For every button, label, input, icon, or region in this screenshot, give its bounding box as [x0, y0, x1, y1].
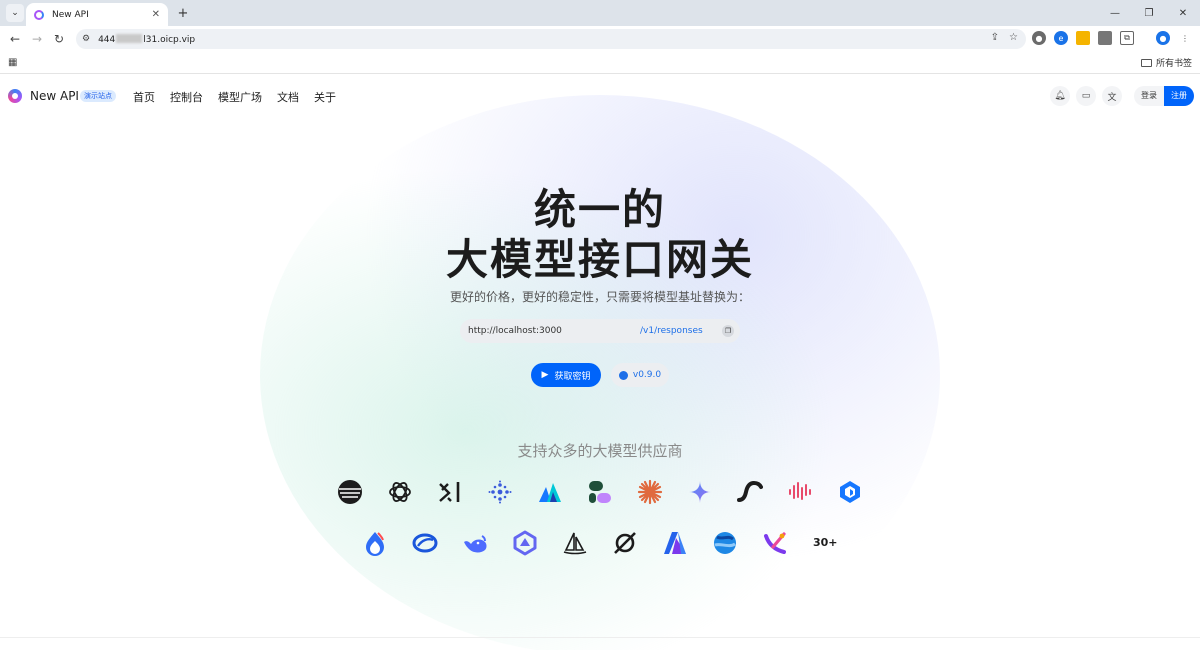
menu-about[interactable]: 关于: [314, 89, 336, 105]
xai-icon: [437, 479, 463, 505]
profile-avatar-icon[interactable]: ●: [1156, 31, 1170, 45]
providers-title: 支持众多的大模型供应商: [517, 442, 683, 460]
extension-1-icon[interactable]: ●: [1032, 31, 1046, 45]
play-icon: ▶: [541, 370, 549, 380]
theme-monitor-icon[interactable]: ▭: [1076, 86, 1096, 106]
version-label: v0.9.0: [632, 370, 662, 380]
address-bar[interactable]: ⚙ 444 l31.oicp.vip ⇪ ☆: [76, 29, 1026, 49]
main-menu: 首页 控制台 模型广场 文档 关于: [133, 89, 336, 105]
all-bookmarks[interactable]: 所有书签: [1140, 56, 1192, 69]
window-controls: — ❐ ✕: [1098, 0, 1200, 26]
page-content: New API 演示站点 首页 控制台 模型广场 文档 关于 🔔︎ ▭ 文 登录…: [0, 75, 1200, 650]
copy-icon[interactable]: ❐: [722, 325, 734, 337]
browser-menu-icon[interactable]: ⋮: [1178, 31, 1192, 45]
menu-console[interactable]: 控制台: [170, 89, 203, 105]
demo-site-badge: 演示站点: [80, 90, 116, 102]
site-name[interactable]: New API: [30, 89, 79, 103]
extension-2-icon[interactable]: e: [1054, 31, 1068, 45]
hero-subtitle: 更好的价格，更好的稳定性，只需要将模型基址替换为：: [449, 290, 750, 304]
new-tab-icon[interactable]: +: [174, 4, 192, 22]
minimize-icon[interactable]: —: [1098, 0, 1132, 26]
get-key-button[interactable]: ▶ 获取密钥: [531, 363, 601, 387]
extensions-puzzle-icon[interactable]: ⧉: [1120, 31, 1134, 45]
hunyuan-icon: [712, 530, 738, 556]
site-header: New API 演示站点 首页 控制台 模型广场 文档 关于 🔔︎ ▭ 文 登录…: [0, 75, 1200, 117]
moonshot-icon: [337, 479, 363, 505]
all-bookmarks-label: 所有书签: [1155, 59, 1192, 69]
gemini-icon: [687, 479, 713, 505]
base-url-box: http://localhost:3000 /v1/responses ❐: [460, 319, 740, 343]
tab-favicon-icon: [34, 9, 44, 20]
tab-close-icon[interactable]: ✕: [152, 9, 160, 20]
extension-3-icon[interactable]: [1076, 31, 1090, 45]
tab-search-icon[interactable]: ⌄: [6, 4, 24, 22]
reload-icon[interactable]: ↻: [50, 30, 68, 48]
window-close-icon[interactable]: ✕: [1166, 0, 1200, 26]
url-text: 444 l31.oicp.vip: [98, 33, 196, 45]
qwen-icon: [512, 530, 538, 556]
login-button[interactable]: 登录: [1134, 86, 1164, 106]
volcengine-icon: [537, 479, 563, 505]
hailuo-icon: [787, 479, 813, 505]
github-icon: [618, 370, 628, 380]
notification-bell-icon[interactable]: 🔔︎: [1050, 86, 1070, 106]
tab-title: New API: [52, 9, 89, 20]
deepseek-icon: [462, 530, 488, 556]
grok-icon: [612, 530, 638, 556]
endpoint-path[interactable]: /v1/responses: [640, 326, 703, 336]
extension-4-icon[interactable]: [1098, 31, 1112, 45]
browser-toolbar: ← → ↻ ⚙ 444 l31.oicp.vip ⇪ ☆ ● e ⧉ ● ⋮: [0, 26, 1200, 52]
menu-model-square[interactable]: 模型广场: [218, 89, 262, 105]
register-button[interactable]: 注册: [1164, 86, 1194, 106]
zhipu-icon: [487, 479, 513, 505]
forward-icon[interactable]: →: [28, 30, 46, 48]
install-app-icon[interactable]: ⇪: [991, 32, 999, 43]
minimax-icon: [587, 479, 613, 505]
language-translate-icon[interactable]: 文: [1102, 86, 1122, 106]
github-version-button[interactable]: v0.9.0: [611, 363, 669, 387]
folder-icon: [1140, 58, 1152, 67]
get-key-label: 获取密钥: [554, 371, 591, 382]
claude-icon: [637, 479, 663, 505]
base-url-text: http://localhost:3000: [468, 326, 562, 336]
more-providers-label: 30+: [813, 536, 838, 549]
azure-icon: [662, 530, 688, 556]
qingyan-icon: [837, 479, 863, 505]
footer-divider: [0, 637, 1200, 638]
redacted-segment: [116, 33, 143, 43]
browser-tab-bar: ⌄ New API ✕ + — ❐ ✕: [0, 0, 1200, 26]
browser-tab[interactable]: New API ✕: [26, 3, 168, 26]
bookmarks-bar: ▦ 所有书签: [0, 52, 1200, 74]
back-icon[interactable]: ←: [6, 30, 24, 48]
new-api-logo-icon[interactable]: [8, 89, 22, 103]
extensions-area: ● e ⧉ ● ⋮: [1032, 31, 1192, 45]
hero-title-line-2: 大模型接口网关: [445, 235, 754, 284]
bookmark-star-icon[interactable]: ☆: [1009, 32, 1018, 43]
spark-icon: [412, 530, 438, 556]
kling-icon: [762, 530, 788, 556]
site-info-icon[interactable]: ⚙: [82, 34, 90, 44]
restore-icon[interactable]: ❐: [1132, 0, 1166, 26]
suno-icon: [737, 479, 763, 505]
apps-grid-icon[interactable]: ▦: [8, 57, 17, 68]
midjourney-icon: [562, 530, 588, 556]
menu-home[interactable]: 首页: [133, 89, 155, 105]
wenxin-icon: [362, 530, 388, 556]
header-actions: 🔔︎ ▭ 文 登录 注册: [1050, 86, 1194, 106]
menu-docs[interactable]: 文档: [277, 89, 299, 105]
openai-icon: [387, 479, 413, 505]
